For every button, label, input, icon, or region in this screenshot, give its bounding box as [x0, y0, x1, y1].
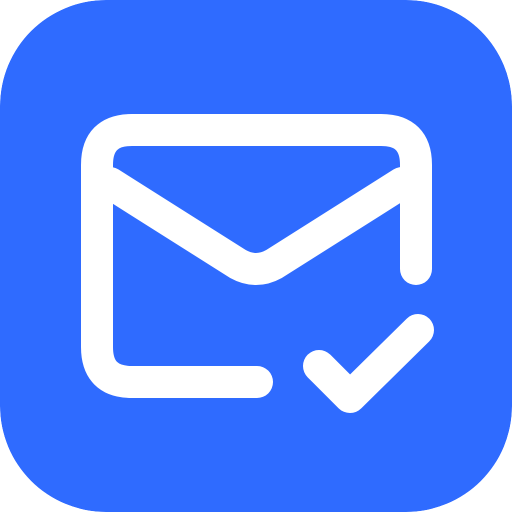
mail-check-app-icon	[0, 0, 512, 512]
mail-check-icon-graphic	[0, 0, 512, 512]
